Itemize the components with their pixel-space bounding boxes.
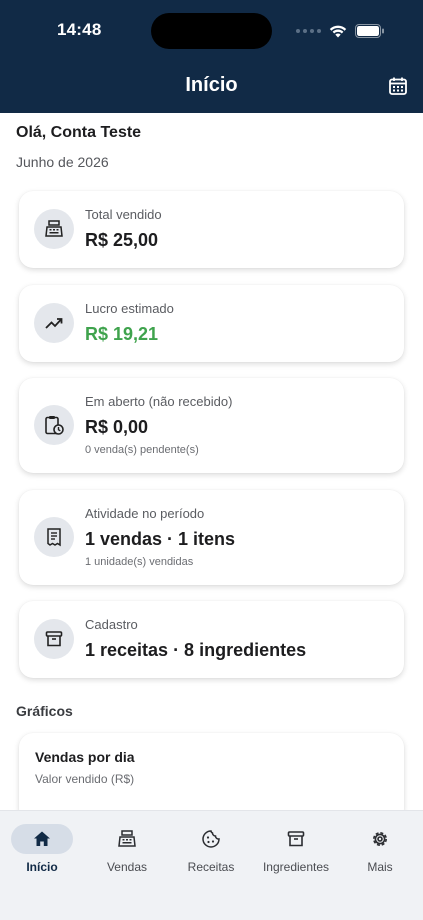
registry-card[interactable]: Cadastro 1 receitas · 8 ingredientes — [19, 601, 404, 678]
bottom-navigation: Início Vendas Receitas Ingredientes Mais — [0, 810, 423, 920]
battery-icon — [355, 24, 384, 38]
app-header: 14:48 Início — [0, 0, 423, 113]
chart-subtitle: Valor vendido (R$) — [35, 772, 135, 786]
nav-item-inicio[interactable]: Início — [0, 824, 84, 874]
card-sub: 0 venda(s) pendente(s) — [85, 444, 199, 456]
home-icon — [34, 831, 50, 846]
nav-icon-holder — [96, 824, 158, 854]
nav-item-ingredientes[interactable]: Ingredientes — [254, 824, 338, 874]
open-receivables-card[interactable]: Em aberto (não recebido) R$ 0,00 0 venda… — [19, 378, 404, 473]
total-sold-card[interactable]: Total vendido R$ 25,00 — [19, 191, 404, 268]
nav-item-receitas[interactable]: Receitas — [169, 824, 253, 874]
nav-icon-holder — [265, 824, 327, 854]
greeting-text: Olá, Conta Teste — [16, 124, 142, 141]
nav-item-vendas[interactable]: Vendas — [85, 824, 169, 874]
card-value: R$ 25,00 — [85, 230, 159, 250]
cash-register-icon — [118, 830, 136, 847]
status-time: 14:48 — [57, 20, 102, 39]
period-label: Junho de 2026 — [16, 154, 109, 170]
nav-icon-holder — [349, 824, 411, 854]
activity-card[interactable]: Atividade no período 1 vendas · 1 itens … — [19, 490, 404, 585]
nav-icon-holder — [180, 824, 242, 854]
nav-label: Mais — [367, 860, 393, 874]
nav-label: Ingredientes — [262, 860, 330, 874]
card-label: Cadastro — [85, 617, 138, 632]
gear-icon — [373, 832, 387, 846]
wifi-icon — [329, 25, 347, 38]
nav-label: Vendas — [106, 860, 148, 874]
nav-item-mais[interactable]: Mais — [338, 824, 422, 874]
trending-up-icon — [34, 303, 74, 343]
cookie-icon — [202, 830, 220, 848]
clipboard-clock-icon — [34, 405, 74, 445]
nav-pill — [11, 824, 73, 854]
chart-title: Vendas por dia — [35, 749, 135, 765]
page-title: Início — [185, 74, 238, 96]
nav-label: Início — [26, 860, 58, 874]
signal-icon — [296, 29, 321, 33]
charts-section-title: Gráficos — [16, 703, 73, 719]
archive-box-icon — [34, 619, 74, 659]
card-value: 1 receitas · 8 ingredientes — [85, 640, 307, 660]
card-label: Em aberto (não recebido) — [85, 394, 233, 409]
calendar-button[interactable] — [387, 75, 409, 97]
card-label: Total vendido — [85, 207, 162, 222]
card-value: 1 vendas · 1 itens — [85, 529, 236, 549]
status-icons — [296, 22, 385, 40]
calendar-icon — [389, 77, 407, 95]
card-value: R$ 19,21 — [85, 324, 159, 344]
nav-label: Receitas — [187, 860, 235, 874]
archive-box-icon — [287, 831, 305, 847]
card-label: Atividade no período — [85, 506, 205, 521]
cash-register-icon — [34, 209, 74, 249]
card-label: Lucro estimado — [85, 301, 174, 316]
card-sub: 1 unidade(s) vendidas — [85, 556, 194, 568]
dynamic-island — [151, 13, 272, 49]
card-value: R$ 0,00 — [85, 417, 149, 437]
estimated-profit-card[interactable]: Lucro estimado R$ 19,21 — [19, 285, 404, 362]
receipt-icon — [34, 517, 74, 557]
